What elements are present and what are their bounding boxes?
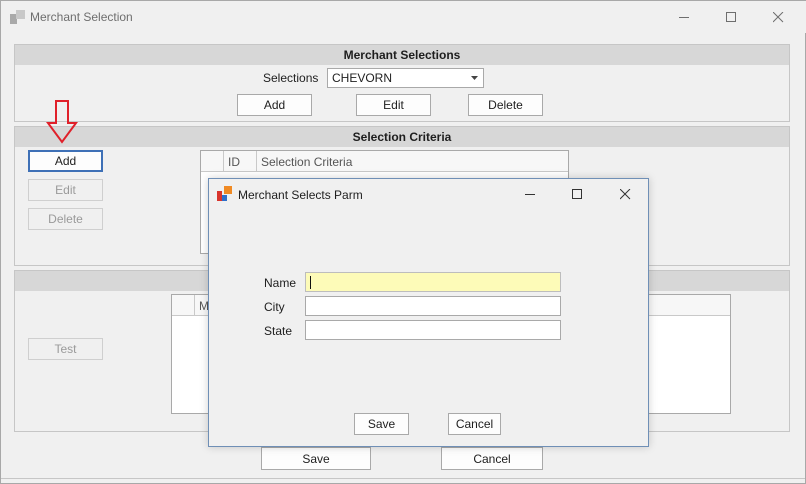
merchant-selections-header: Merchant Selections	[15, 45, 789, 65]
app-icon	[10, 10, 25, 24]
merchant-selects-parm-dialog: Merchant Selects Parm Name City State Sa…	[208, 178, 649, 447]
footer-divider	[1, 478, 805, 479]
selections-dropdown[interactable]: CHEVORN	[327, 68, 484, 88]
merchant-selections-panel: Merchant Selections Selections CHEVORN A…	[14, 44, 790, 122]
dialog-minimize-button[interactable]	[507, 179, 553, 209]
city-field[interactable]	[305, 296, 561, 316]
selection-criteria-header: Selection Criteria	[15, 127, 789, 147]
window-title: Merchant Selection	[30, 10, 133, 24]
delete-criteria-button[interactable]: Delete	[28, 208, 103, 230]
maximize-icon	[571, 188, 582, 199]
title-bar: Merchant Selection	[1, 1, 806, 33]
name-field[interactable]	[305, 272, 561, 292]
dialog-save-button[interactable]: Save	[354, 413, 409, 435]
test-button[interactable]: Test	[28, 338, 103, 360]
text-cursor	[310, 276, 311, 289]
close-icon	[619, 188, 630, 199]
chevron-down-icon	[471, 76, 478, 80]
column-id: ID	[228, 155, 240, 169]
edit-criteria-button[interactable]: Edit	[28, 179, 103, 201]
add-selection-button[interactable]: Add	[237, 94, 312, 116]
dialog-title-bar: Merchant Selects Parm	[209, 179, 648, 209]
red-arrow-annotation	[46, 100, 78, 144]
delete-selection-button[interactable]: Delete	[468, 94, 543, 116]
city-label: City	[264, 300, 285, 314]
minimize-icon	[524, 193, 535, 195]
add-criteria-button[interactable]: Add	[28, 150, 103, 172]
minimize-button[interactable]	[661, 1, 707, 33]
dialog-maximize-button[interactable]	[554, 179, 600, 209]
dialog-app-icon	[217, 186, 232, 201]
criteria-grid-header: ID Selection Criteria	[201, 151, 568, 172]
state-label: State	[264, 324, 293, 338]
close-icon	[772, 11, 783, 22]
edit-selection-button[interactable]: Edit	[356, 94, 431, 116]
save-button[interactable]: Save	[261, 447, 371, 470]
selections-value: CHEVORN	[332, 71, 393, 85]
dialog-cancel-button[interactable]: Cancel	[448, 413, 501, 435]
cancel-button[interactable]: Cancel	[441, 447, 543, 470]
state-field[interactable]	[305, 320, 561, 340]
close-button[interactable]	[755, 1, 801, 33]
dialog-title: Merchant Selects Parm	[238, 188, 363, 202]
column-selection-criteria: Selection Criteria	[261, 155, 353, 169]
minimize-icon	[678, 16, 689, 18]
maximize-button[interactable]	[708, 1, 754, 33]
maximize-icon	[725, 11, 736, 22]
selections-label: Selections	[263, 71, 319, 85]
name-label: Name	[264, 276, 297, 290]
dialog-close-button[interactable]	[602, 179, 648, 209]
